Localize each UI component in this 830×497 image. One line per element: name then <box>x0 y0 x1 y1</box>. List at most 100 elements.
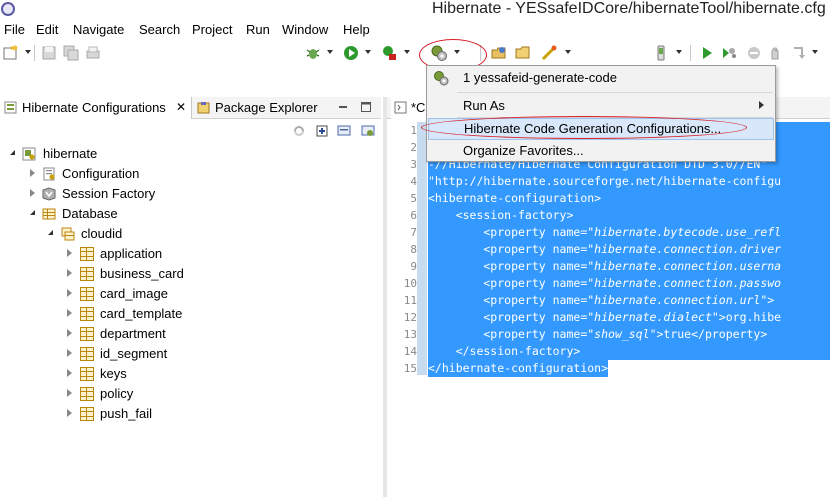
code-token: <property name=" <box>428 293 595 307</box>
collapsed-arrow-icon[interactable] <box>67 389 72 397</box>
line-number: 12 <box>403 311 417 324</box>
code-token: <hibernate-configuration> <box>428 191 602 205</box>
line-number: 8 <box>410 243 417 256</box>
terminate-icon[interactable] <box>745 44 763 62</box>
code-token: <property name=" <box>428 242 595 256</box>
collapse-all-icon[interactable] <box>337 124 351 138</box>
tab-hibernate-configurations-label: Hibernate Configurations <box>22 100 166 115</box>
collapsed-arrow-icon[interactable] <box>67 269 72 277</box>
save-all-icon[interactable] <box>62 44 80 62</box>
expanded-arrow-icon[interactable] <box>30 210 35 215</box>
tab-package-explorer[interactable]: Package Explorer <box>193 97 323 119</box>
line-number: 9 <box>410 260 417 273</box>
open-type-icon[interactable] <box>490 44 508 62</box>
tree-node-table[interactable]: application <box>0 244 381 264</box>
print-icon[interactable] <box>84 44 102 62</box>
table-icon <box>80 247 94 261</box>
hibernate-run-icon <box>434 71 449 86</box>
tree-node-table[interactable]: card_template <box>0 304 381 324</box>
run-icon[interactable] <box>342 44 360 62</box>
tree-node-hibernate[interactable]: hibernate <box>0 144 381 164</box>
device-dropdown-arrow[interactable] <box>676 50 682 54</box>
resume-icon[interactable] <box>698 44 716 62</box>
code-token: </session-factory> <box>428 344 581 358</box>
open-task-icon[interactable] <box>540 44 558 62</box>
toolbar-separator <box>34 45 35 61</box>
menu-project[interactable]: Project <box>192 22 232 37</box>
code-token: "> <box>760 293 775 307</box>
menu-edit[interactable]: Edit <box>36 22 58 37</box>
step-dropdown-arrow[interactable] <box>812 50 818 54</box>
minimize-view-icon[interactable] <box>337 101 349 113</box>
collapsed-arrow-icon[interactable] <box>67 409 72 417</box>
external-tools-icon[interactable] <box>380 44 398 62</box>
collapsed-arrow-icon[interactable] <box>67 249 72 257</box>
tree-node-label: card_template <box>100 306 183 321</box>
tree-node-label: Session Factory <box>62 186 156 201</box>
tree-node-session-factory[interactable]: Session Factory <box>0 184 381 204</box>
new-icon[interactable] <box>2 44 20 62</box>
table-icon <box>80 287 94 301</box>
package-explorer-icon <box>197 102 210 114</box>
tree-node-cloudid[interactable]: cloudid <box>0 224 381 244</box>
collapsed-arrow-icon[interactable] <box>67 349 72 357</box>
collapsed-arrow-icon[interactable] <box>67 329 72 337</box>
menu-item-label: Run As <box>463 98 505 113</box>
collapsed-arrow-icon[interactable] <box>30 189 35 197</box>
code-line: <property name="hibernate.bytecode.use_r… <box>428 224 830 241</box>
line-number: 5 <box>410 192 417 205</box>
device-icon[interactable] <box>652 44 670 62</box>
line-number: 14 <box>403 345 417 358</box>
eclipse-app-icon[interactable] <box>1 2 15 16</box>
view-menu-icon[interactable] <box>361 124 375 138</box>
collapsed-arrow-icon[interactable] <box>67 289 72 297</box>
menu-item-run-as[interactable]: Run As <box>428 95 774 117</box>
expanded-arrow-icon[interactable] <box>10 150 15 155</box>
step-into-icon[interactable] <box>790 44 808 62</box>
collapsed-arrow-icon[interactable] <box>67 309 72 317</box>
hibernate-configurations-view: Hibernate Configurations ✕ Package Explo… <box>0 97 381 497</box>
menu-item-yessafeid-generate-code[interactable]: 1 yessafeid-generate-code <box>428 67 774 89</box>
collapsed-arrow-icon[interactable] <box>67 369 72 377</box>
refresh-icon[interactable] <box>292 124 306 138</box>
expanded-arrow-icon[interactable] <box>48 230 53 235</box>
maximize-view-icon[interactable] <box>360 101 372 113</box>
tree-node-configuration[interactable]: Configuration <box>0 164 381 184</box>
menu-file[interactable]: File <box>4 22 25 37</box>
external-tools-dropdown-arrow[interactable] <box>404 50 410 54</box>
collapsed-arrow-icon[interactable] <box>30 169 35 177</box>
task-dropdown-arrow[interactable] <box>565 50 571 54</box>
disconnect-icon[interactable] <box>766 44 784 62</box>
hibernate-code-generation-menu: 1 yessafeid-generate-code Run As Hiberna… <box>426 65 776 162</box>
new-dropdown-arrow[interactable] <box>25 50 31 54</box>
tree-node-table[interactable]: department <box>0 324 381 344</box>
menu-search[interactable]: Search <box>139 22 180 37</box>
editor-tab[interactable]: *Ca <box>391 97 433 119</box>
tree-node-database[interactable]: Database <box>0 204 381 224</box>
tree-node-table[interactable]: keys <box>0 364 381 384</box>
tree-node-table[interactable]: card_image <box>0 284 381 304</box>
menu-window[interactable]: Window <box>282 22 328 37</box>
debug-icon[interactable] <box>304 44 322 62</box>
menu-item-organize-favorites[interactable]: Organize Favorites... <box>428 140 774 162</box>
table-icon <box>80 407 94 421</box>
tree-node-table[interactable]: id_segment <box>0 344 381 364</box>
tree-node-table[interactable]: business_card <box>0 264 381 284</box>
menu-separator <box>457 92 773 93</box>
run-dropdown-arrow[interactable] <box>365 50 371 54</box>
open-folder-icon[interactable] <box>514 44 532 62</box>
menu-help[interactable]: Help <box>343 22 370 37</box>
tree-node-label: id_segment <box>100 346 168 361</box>
menu-navigate[interactable]: Navigate <box>73 22 124 37</box>
code-area[interactable]: -//Hibernate/Hibernate Configuration DTD… <box>428 122 830 497</box>
save-icon[interactable] <box>40 44 58 62</box>
debug-dropdown-arrow[interactable] <box>327 50 333 54</box>
tree-node-table[interactable]: policy <box>0 384 381 404</box>
tab-hibernate-configurations[interactable]: Hibernate Configurations ✕ <box>0 97 192 119</box>
close-icon[interactable]: ✕ <box>176 100 186 114</box>
skip-breakpoints-icon[interactable] <box>720 44 738 62</box>
code-line: <property name="hibernate.connection.pas… <box>428 275 830 292</box>
menu-run[interactable]: Run <box>246 22 270 37</box>
add-configuration-icon[interactable] <box>315 124 329 138</box>
tree-node-table[interactable]: push_fail <box>0 404 381 424</box>
